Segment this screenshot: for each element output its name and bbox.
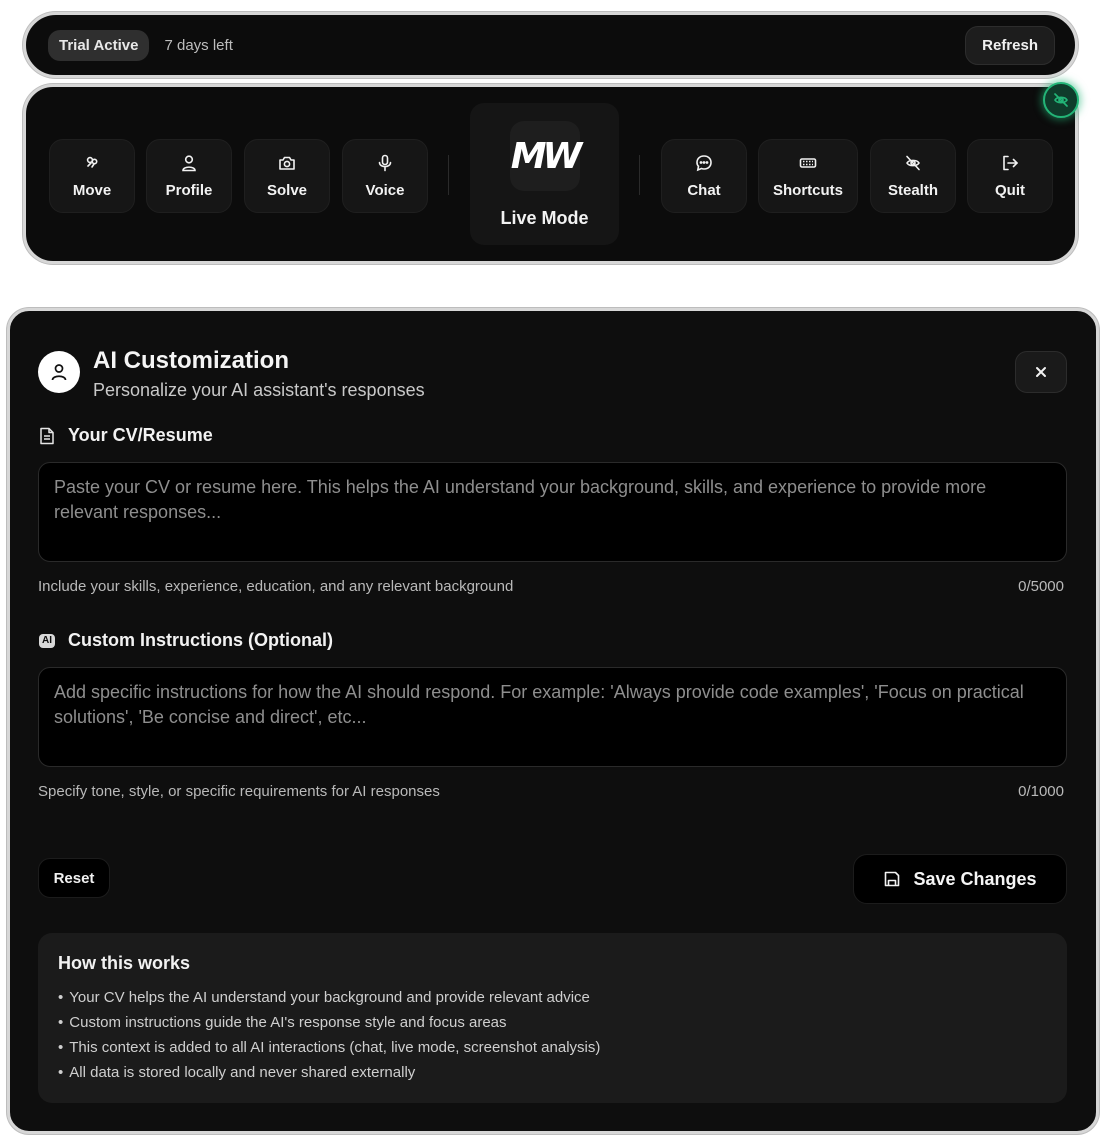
trial-status-badge: Trial Active	[48, 29, 150, 61]
camera-icon	[278, 154, 296, 172]
instructions-label-text: Custom Instructions (Optional)	[68, 630, 333, 650]
move-icon	[83, 154, 101, 172]
move-button[interactable]: Move	[49, 139, 135, 213]
solve-label: Solve	[266, 181, 308, 199]
live-mode-button[interactable]: MW Live Mode	[470, 103, 619, 245]
eye-off-icon	[1052, 91, 1070, 109]
quit-label: Quit	[995, 181, 1025, 199]
app-logo-text: MW	[510, 135, 583, 177]
voice-label: Voice	[365, 181, 405, 199]
list-item: Your CV helps the AI understand your bac…	[58, 985, 1047, 1010]
profile-icon	[180, 154, 198, 172]
trial-bar: Trial Active 7 days left Refresh	[23, 12, 1078, 78]
document-icon	[38, 427, 56, 445]
stealth-button[interactable]: Stealth	[870, 139, 956, 213]
shortcuts-button[interactable]: Shortcuts	[758, 139, 858, 213]
list-item: All data is stored locally and never sha…	[58, 1060, 1047, 1085]
how-this-works-title: How this works	[58, 953, 191, 973]
instructions-hint: Specify tone, style, or specific require…	[38, 783, 440, 800]
list-item: Custom instructions guide the AI's respo…	[58, 1010, 1047, 1035]
avatar	[38, 351, 80, 393]
cv-label-text: Your CV/Resume	[68, 425, 213, 445]
voice-button[interactable]: Voice	[342, 139, 428, 213]
reset-button[interactable]: Reset	[38, 858, 110, 898]
toolbar-divider-left	[448, 155, 449, 195]
instructions-char-counter: 0/1000	[1018, 783, 1064, 800]
ai-customization-panel: AI Customization Personalize your AI ass…	[7, 308, 1099, 1134]
app-logo: MW	[509, 121, 583, 191]
list-item: This context is added to all AI interact…	[58, 1035, 1047, 1060]
trial-days-left: 7 days left	[164, 36, 233, 54]
stealth-mode-indicator[interactable]	[1043, 82, 1079, 118]
eye-off-icon	[904, 154, 922, 172]
main-toolbar: Move Profile Solve Voice MW Live Mode Ch…	[23, 84, 1078, 264]
close-button[interactable]	[1015, 351, 1067, 393]
chat-button[interactable]: Chat	[661, 139, 747, 213]
keyboard-icon	[799, 154, 817, 172]
refresh-button[interactable]: Refresh	[965, 25, 1055, 65]
quit-button[interactable]: Quit	[967, 139, 1053, 213]
toolbar-divider-right	[639, 155, 640, 195]
shortcuts-label: Shortcuts	[772, 181, 843, 199]
panel-subtitle: Personalize your AI assistant's response…	[93, 380, 425, 400]
chat-icon	[695, 154, 713, 172]
ai-badge-text: AI	[39, 633, 55, 648]
save-changes-label: Save Changes	[913, 868, 1037, 889]
save-changes-button[interactable]: Save Changes	[853, 854, 1067, 904]
stealth-label: Stealth	[887, 181, 938, 199]
logout-icon	[1001, 154, 1019, 172]
move-label: Move	[72, 181, 112, 199]
cv-hint: Include your skills, experience, educati…	[38, 578, 514, 595]
user-icon	[49, 362, 69, 382]
instructions-section-label: AI Custom Instructions (Optional)	[38, 630, 333, 651]
cv-char-counter: 0/5000	[1018, 578, 1064, 595]
how-this-works-box: How this works Your CV helps the AI unde…	[38, 933, 1067, 1103]
chat-label: Chat	[687, 181, 721, 199]
ai-icon: AI	[38, 632, 56, 650]
cv-textarea[interactable]	[38, 462, 1067, 562]
cv-section-label: Your CV/Resume	[38, 425, 213, 446]
panel-title: AI Customization	[93, 347, 289, 374]
instructions-textarea[interactable]	[38, 667, 1067, 767]
live-mode-label: Live Mode	[500, 208, 589, 228]
close-icon	[1034, 365, 1048, 379]
profile-button[interactable]: Profile	[146, 139, 232, 213]
profile-label: Profile	[165, 181, 213, 199]
microphone-icon	[376, 154, 394, 172]
save-icon	[883, 870, 901, 888]
solve-button[interactable]: Solve	[244, 139, 330, 213]
